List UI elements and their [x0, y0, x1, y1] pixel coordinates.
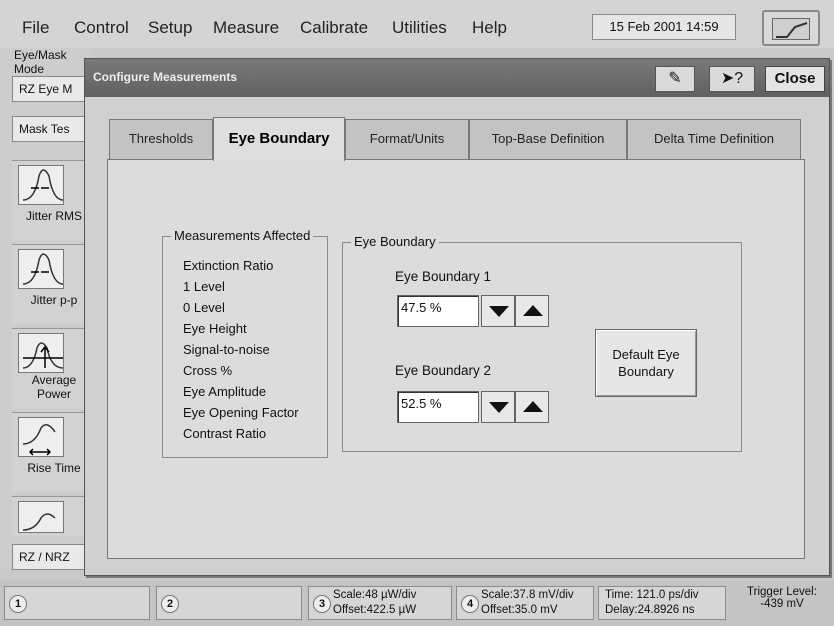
- channel-4-badge: 4: [461, 595, 479, 613]
- measurement-toolbar: Eye/Mask Mode RZ Eye M Mask Tes Jitter R…: [0, 48, 92, 570]
- affected-item: Eye Opening Factor: [183, 405, 299, 420]
- channel-4-status[interactable]: 4 Scale:37.8 mV/div Offset:35.0 mV: [456, 586, 594, 620]
- context-help-button[interactable]: ➤?: [709, 66, 755, 92]
- menu-file[interactable]: File: [22, 18, 49, 38]
- affected-item: Cross %: [183, 363, 233, 378]
- eye-boundary-2-field[interactable]: 52.5 %: [397, 391, 479, 423]
- timebase-delay: Delay:24.8926 ns: [605, 604, 695, 616]
- menu-help[interactable]: Help: [472, 18, 507, 38]
- default-eye-boundary-button[interactable]: Default Eye Boundary: [595, 329, 697, 397]
- jitter-rms-button[interactable]: Jitter RMS: [12, 160, 92, 240]
- dialog-title: Configure Measurements: [93, 70, 238, 84]
- channel-1-badge: 1: [9, 595, 27, 613]
- default-eye-boundary-label-2: Boundary: [618, 364, 674, 379]
- channel-4-offset: Offset:35.0 mV: [481, 604, 558, 616]
- eye-boundary-1-label: Eye Boundary 1: [395, 269, 492, 284]
- affected-list: Extinction Ratio 1 Level 0 Level Eye Hei…: [183, 255, 299, 444]
- channel-3-status[interactable]: 3 Scale:48 µW/div Offset:422.5 µW: [308, 586, 452, 620]
- tab-thresholds[interactable]: Thresholds: [109, 119, 213, 159]
- measurements-affected-group: Measurements Affected Extinction Ratio 1…: [162, 228, 328, 458]
- tab-format-units[interactable]: Format/Units: [345, 119, 469, 159]
- affected-item: Signal-to-noise: [183, 342, 270, 357]
- rise-time-button[interactable]: Rise Time: [12, 412, 92, 492]
- jitter-rms-label: Jitter RMS: [25, 209, 82, 223]
- menu-measure[interactable]: Measure: [213, 18, 279, 38]
- affected-item: 1 Level: [183, 279, 225, 294]
- jitter-rms-icon: [18, 165, 64, 205]
- configure-measurements-dialog: Configure Measurements ✎ ➤? Close Thresh…: [84, 58, 830, 576]
- tab-delta-time-definition[interactable]: Delta Time Definition: [627, 119, 801, 159]
- help-book-button[interactable]: ✎: [655, 66, 695, 92]
- menu-utilities[interactable]: Utilities: [392, 18, 447, 38]
- affected-item: Contrast Ratio: [183, 426, 267, 441]
- average-power-label: Average Power: [31, 373, 77, 401]
- eye-boundary-legend: Eye Boundary: [351, 234, 439, 249]
- measurements-affected-legend: Measurements Affected: [171, 228, 314, 243]
- channel-1-status[interactable]: 1: [4, 586, 150, 620]
- jitter-pp-icon: [18, 249, 64, 289]
- affected-item: Eye Amplitude: [183, 384, 267, 399]
- waveform-display-button[interactable]: [762, 10, 820, 46]
- eye-boundary-2-label: Eye Boundary 2: [395, 363, 492, 378]
- eye-boundary-1-field[interactable]: 47.5 %: [397, 295, 479, 327]
- timebase-scale: Time: 121.0 ps/div: [605, 589, 699, 601]
- default-eye-boundary-label-1: Default Eye: [612, 347, 680, 362]
- eye-boundary-2-increment[interactable]: [515, 391, 549, 423]
- rise-time-icon: [18, 417, 64, 457]
- menu-bar: File Control Setup Measure Calibrate Uti…: [0, 0, 834, 48]
- close-button[interactable]: Close: [765, 66, 825, 92]
- channel-2-badge: 2: [161, 595, 179, 613]
- rise-time-label: Rise Time: [27, 461, 81, 475]
- trigger-label: Trigger Level:: [747, 586, 817, 598]
- waveform-display-icon: [772, 18, 810, 40]
- jitter-pp-label: Jitter p-p: [30, 293, 78, 307]
- rz-eye-mode-button[interactable]: RZ Eye M: [12, 76, 92, 102]
- affected-item: 0 Level: [183, 300, 225, 315]
- eye-boundary-group: Eye Boundary Eye Boundary 1 47.5 % Eye B…: [342, 234, 742, 452]
- eye-boundary-2-decrement[interactable]: [481, 391, 515, 423]
- channel-4-scale: Scale:37.8 mV/div: [481, 589, 574, 601]
- trigger-value: -439 mV: [760, 598, 804, 610]
- fall-time-button[interactable]: [12, 496, 92, 536]
- arrow-down-icon: [489, 402, 509, 413]
- affected-item: Eye Height: [183, 321, 247, 336]
- status-bar: 1 2 3 Scale:48 µW/div Offset:422.5 µW 4 …: [0, 580, 834, 626]
- menu-setup[interactable]: Setup: [148, 18, 192, 38]
- pointer-question-icon: ➤?: [720, 70, 744, 87]
- dialog-title-bar: Configure Measurements ✎ ➤? Close: [85, 59, 829, 97]
- channel-3-offset: Offset:422.5 µW: [333, 604, 417, 616]
- arrow-up-icon: [523, 401, 543, 412]
- date-time-display: 15 Feb 2001 14:59: [592, 14, 736, 40]
- mask-test-button[interactable]: Mask Tes: [12, 116, 92, 142]
- tab-top-base-definition[interactable]: Top-Base Definition: [469, 119, 627, 159]
- menu-calibrate[interactable]: Calibrate: [300, 18, 368, 38]
- menu-control[interactable]: Control: [74, 18, 129, 38]
- timebase-status[interactable]: Time: 121.0 ps/div Delay:24.8926 ns: [598, 586, 726, 620]
- arrow-down-icon: [489, 306, 509, 317]
- rz-nrz-toggle[interactable]: RZ / NRZ: [12, 544, 92, 570]
- eye-boundary-1-increment[interactable]: [515, 295, 549, 327]
- eye-boundary-panel: Measurements Affected Extinction Ratio 1…: [107, 159, 805, 559]
- help-book-icon: ✎: [668, 70, 682, 87]
- affected-item: Extinction Ratio: [183, 258, 274, 273]
- mode-label: Eye/Mask Mode: [14, 48, 67, 76]
- trigger-status[interactable]: Trigger Level: -439 mV: [732, 586, 832, 620]
- channel-3-badge: 3: [313, 595, 331, 613]
- channel-2-status[interactable]: 2: [156, 586, 302, 620]
- tab-eye-boundary[interactable]: Eye Boundary: [213, 117, 345, 161]
- average-power-button[interactable]: Average Power: [12, 328, 92, 408]
- arrow-up-icon: [523, 305, 543, 316]
- average-power-icon: [18, 333, 64, 373]
- fall-time-icon: [18, 501, 64, 533]
- eye-boundary-1-decrement[interactable]: [481, 295, 515, 327]
- jitter-pp-button[interactable]: Jitter p-p: [12, 244, 92, 324]
- channel-3-scale: Scale:48 µW/div: [333, 589, 417, 601]
